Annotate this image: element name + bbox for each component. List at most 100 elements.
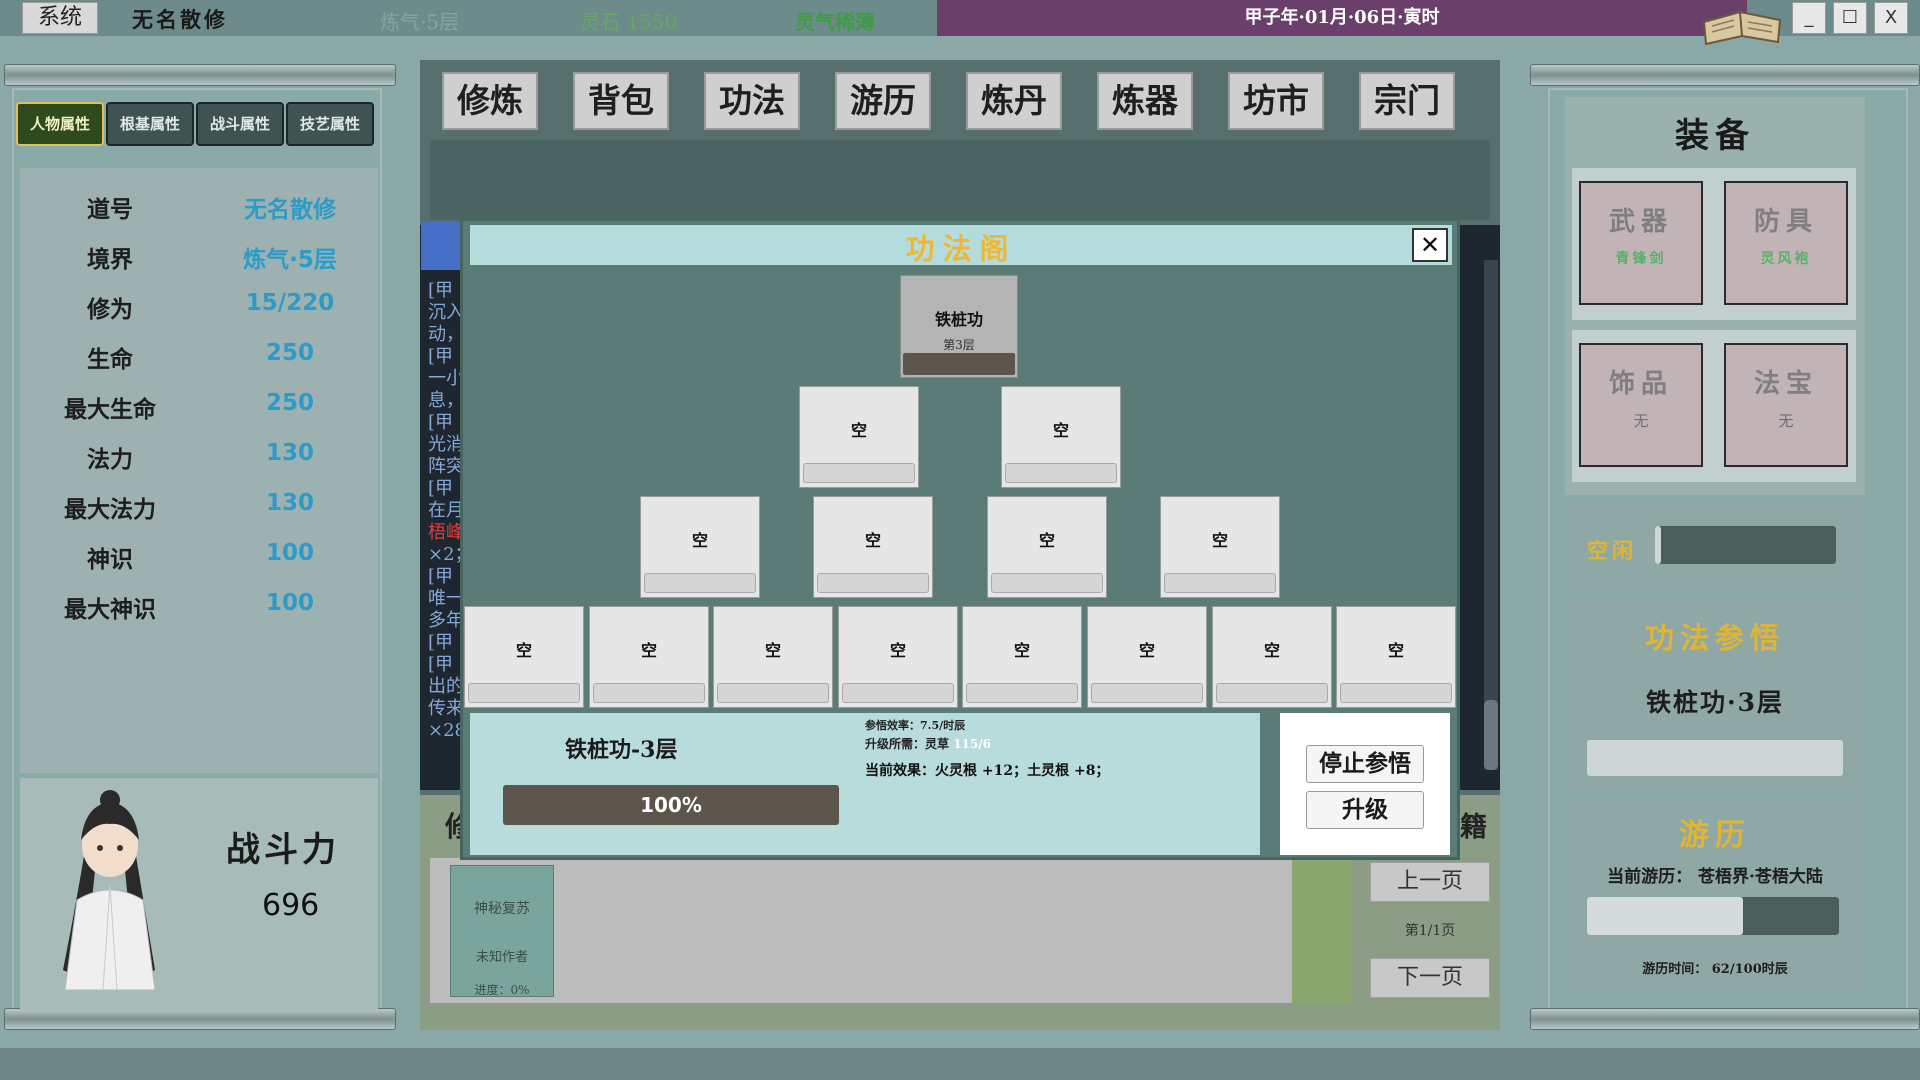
- slot-bar: [1340, 683, 1452, 703]
- combat-power-value: 696: [262, 888, 320, 923]
- stat-label: 神识: [87, 546, 133, 573]
- cultivation-current: 铁桩功·3层: [1645, 688, 1785, 717]
- log-scroll-thumb[interactable]: [1484, 700, 1498, 770]
- tab-foundation-attributes[interactable]: 根基属性: [106, 102, 194, 146]
- detail-requirement: 升级所需：灵草 115/6: [865, 735, 991, 752]
- technique-slot-empty[interactable]: 空: [589, 606, 709, 708]
- stat-label: 生命: [87, 346, 133, 373]
- nav-market[interactable]: 坊市: [1228, 72, 1324, 130]
- slot-bar: [1091, 683, 1203, 703]
- stat-row: 最大法力 130: [20, 490, 378, 534]
- stat-row: 最大神识 100: [20, 590, 378, 634]
- nav-cultivate[interactable]: 修炼: [442, 72, 538, 130]
- detail-actions: [1280, 713, 1450, 855]
- idle-label: 空闲: [1587, 538, 1637, 563]
- stat-value: 130: [265, 490, 314, 516]
- stat-value: 无名散修: [244, 197, 336, 223]
- character-avatar: [63, 790, 156, 990]
- books-tab-label[interactable]: 籍: [1460, 805, 1487, 844]
- equipment-title: 装备: [1675, 116, 1755, 156]
- cultivation-title: 功法参悟: [1644, 621, 1785, 655]
- slot-item: 青锋剑: [1615, 251, 1667, 267]
- book-title: 神秘复苏: [474, 901, 530, 917]
- stat-row: 生命 250: [20, 340, 378, 384]
- technique-slot-empty[interactable]: 空: [838, 606, 958, 708]
- equip-slot-treasure[interactable]: 法宝 无: [1724, 343, 1848, 467]
- tab-skill-attributes[interactable]: 技艺属性: [286, 102, 374, 146]
- idle-progress-fill: [1655, 526, 1661, 564]
- slot-bar: [1216, 683, 1328, 703]
- player-name: 无名散修: [132, 7, 228, 32]
- technique-slot-empty[interactable]: 空: [1212, 606, 1332, 708]
- technique-slot-active[interactable]: 铁桩功 第3层: [900, 275, 1018, 378]
- nav-travel[interactable]: 游历: [835, 72, 931, 130]
- tab-combat-attributes[interactable]: 战斗属性: [196, 102, 284, 146]
- book-list: [430, 858, 1292, 1003]
- book-card[interactable]: 神秘复苏 未知作者 进度：0%: [450, 865, 554, 997]
- technique-slot-empty[interactable]: 空: [799, 386, 919, 488]
- minimize-button[interactable]: _: [1792, 2, 1826, 34]
- technique-slot-empty[interactable]: 空: [1336, 606, 1456, 708]
- technique-slot-empty[interactable]: 空: [987, 496, 1107, 598]
- stat-label: 最大神识: [64, 596, 156, 623]
- next-page-button[interactable]: 下一页: [1370, 958, 1490, 998]
- detail-current-effect: 当前效果：火灵根 +12；土灵根 +8；: [865, 763, 1110, 779]
- close-window-button[interactable]: X: [1874, 2, 1908, 34]
- slot-bar: [817, 573, 929, 593]
- slot-item: 无: [1778, 412, 1794, 430]
- technique-slot-empty[interactable]: 空: [713, 606, 833, 708]
- technique-slot-empty[interactable]: 空: [962, 606, 1082, 708]
- book-progress: 进度：0%: [474, 983, 530, 997]
- slot-empty-label: 空: [1013, 641, 1030, 660]
- travel-current: 当前游历： 苍梧界·苍梧大陆: [1607, 867, 1823, 887]
- nav-alchemy[interactable]: 炼丹: [966, 72, 1062, 130]
- slot-empty-label: 空: [1387, 641, 1404, 660]
- book-author: 未知作者: [475, 950, 528, 965]
- prev-page-button[interactable]: 上一页: [1370, 862, 1490, 902]
- equip-slot-weapon[interactable]: 武器 青锋剑: [1579, 181, 1703, 305]
- book-icon[interactable]: [1700, 2, 1784, 48]
- technique-slot-empty[interactable]: 空: [1087, 606, 1207, 708]
- stat-value: 130: [265, 440, 314, 466]
- slot-bar: [991, 573, 1103, 593]
- stat-row: 最大生命 250: [20, 390, 378, 434]
- stat-value: 炼气·5层: [243, 247, 337, 273]
- equip-slot-armor[interactable]: 防具 灵风袍: [1724, 181, 1848, 305]
- slot-empty-label: 空: [1211, 531, 1228, 550]
- travel-time: 游历时间： 62/100时辰: [1642, 962, 1788, 977]
- close-icon[interactable]: ✕: [1412, 228, 1448, 262]
- technique-slot-empty[interactable]: 空: [464, 606, 584, 708]
- slot-bar: [966, 683, 1078, 703]
- stat-value: 100: [265, 590, 314, 616]
- log-tab[interactable]: [421, 222, 463, 270]
- nav-techniques[interactable]: 功法: [704, 72, 800, 130]
- stat-row: 修为 15/220: [20, 290, 378, 334]
- technique-slot-empty[interactable]: 空: [640, 496, 760, 598]
- nav-backpack[interactable]: 背包: [573, 72, 669, 130]
- slot-bar: [842, 683, 954, 703]
- nav-sect[interactable]: 宗门: [1359, 72, 1455, 130]
- slot-bar: [468, 683, 580, 703]
- technique-slot-empty[interactable]: 空: [1001, 386, 1121, 488]
- slot-item: 无: [1633, 412, 1649, 430]
- slot-empty-label: 空: [691, 531, 708, 550]
- technique-slot-empty[interactable]: 空: [1160, 496, 1280, 598]
- library-divider: [1292, 858, 1352, 1003]
- log-scrollbar[interactable]: [1484, 260, 1498, 770]
- page-info: 第1/1页: [1404, 923, 1456, 939]
- requirement-value: 115/6: [953, 737, 991, 751]
- maximize-button[interactable]: ☐: [1833, 2, 1867, 34]
- slot-empty-label: 空: [1038, 531, 1055, 550]
- slot-bar: [644, 573, 756, 593]
- tab-character-attributes[interactable]: 人物属性: [16, 102, 104, 146]
- equip-slot-accessory[interactable]: 饰品 无: [1579, 343, 1703, 467]
- stop-cultivation-button[interactable]: 停止参悟: [1306, 745, 1424, 783]
- system-button[interactable]: 系统: [22, 2, 98, 34]
- combat-power-label: 战斗力: [226, 830, 340, 870]
- upgrade-button[interactable]: 升级: [1306, 791, 1424, 829]
- slot-empty-label: 空: [1052, 421, 1069, 440]
- stat-label: 最大法力: [64, 496, 156, 523]
- travel-progress-fill: [1587, 897, 1743, 935]
- technique-slot-empty[interactable]: 空: [813, 496, 933, 598]
- nav-forging[interactable]: 炼器: [1097, 72, 1193, 130]
